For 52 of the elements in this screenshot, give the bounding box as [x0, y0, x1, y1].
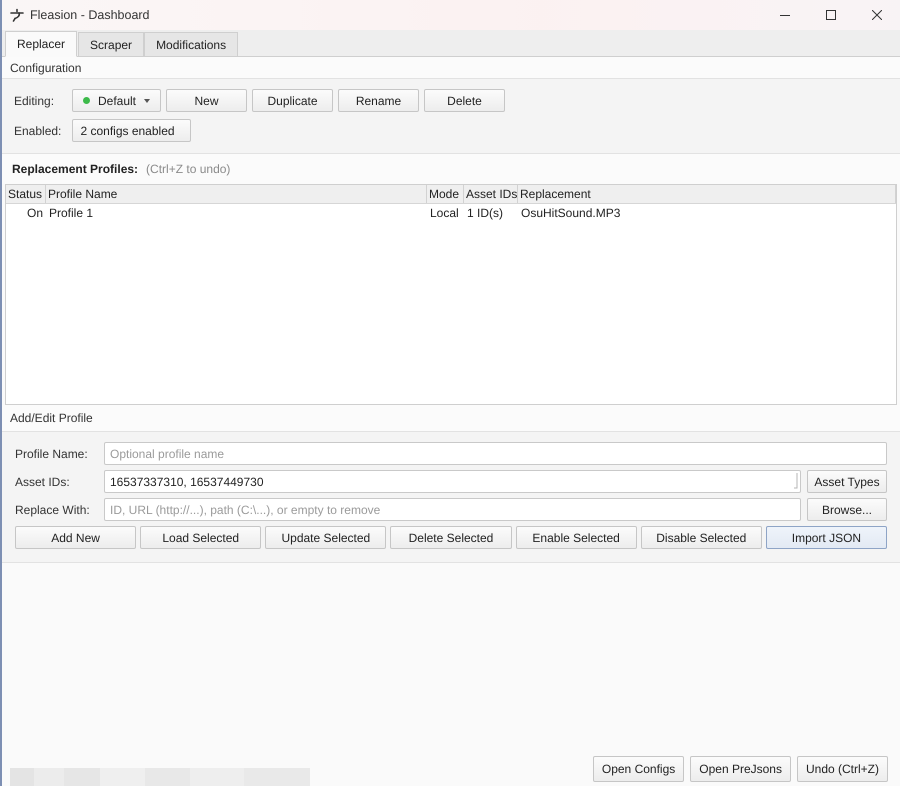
action-button[interactable]: Add New	[15, 526, 136, 549]
app-logo-icon	[10, 8, 24, 22]
table-cell-text: 1 ID(s)	[466, 205, 504, 222]
dropdown-value: 2 configs enabled	[80, 124, 175, 138]
footer-button[interactable]: Open PreJsons	[690, 756, 791, 782]
config-dropdown[interactable]: Default	[72, 89, 161, 112]
column-header[interactable]: Replacement	[518, 185, 896, 203]
footer-button[interactable]: Open Configs	[592, 756, 684, 782]
resize-grip-icon	[794, 473, 798, 489]
enabled-dropdown[interactable]: 2 configs enabled	[72, 119, 191, 142]
section-title: Add/Edit Profile	[10, 411, 93, 425]
action-button[interactable]: Update Selected	[265, 526, 386, 549]
tab[interactable]: Replacer	[5, 31, 78, 57]
text-field[interactable]: Optional profile name	[104, 442, 887, 465]
column-header[interactable]: Asset IDs	[464, 185, 518, 203]
action-button[interactable]: Disable Selected	[640, 526, 762, 549]
field-button[interactable]: Asset Types	[807, 470, 887, 493]
tab[interactable]: Scraper	[78, 32, 144, 56]
section-title: Replacement Profiles:	[12, 162, 138, 176]
close-icon	[872, 10, 882, 20]
table-cell-text: Local	[429, 205, 460, 222]
field-label: Profile Name:	[15, 446, 89, 460]
column-header[interactable]: Status	[6, 185, 46, 203]
text-field[interactable]: ID, URL (http://...), path (C:\...), or empty to remove	[104, 498, 801, 521]
window-title: Fleasion - Dashboard	[30, 8, 151, 22]
config-button[interactable]: Duplicate	[252, 89, 333, 112]
config-button[interactable]: New	[166, 89, 247, 112]
undo-hint: (Ctrl+Z to undo)	[146, 162, 230, 176]
dropdown-value: Default	[98, 94, 136, 108]
field-label: Editing:	[14, 94, 56, 108]
field-label: Replace With:	[15, 502, 91, 516]
field-label: Enabled:	[14, 124, 62, 138]
action-button[interactable]: Delete Selected	[390, 526, 512, 549]
section-title: Configuration	[10, 60, 82, 74]
field-label: Asset IDs:	[15, 474, 71, 488]
column-header[interactable]: Profile Name	[46, 185, 427, 203]
text-field[interactable]: 16537337310, 16537449730	[104, 470, 801, 493]
tab[interactable]: Modifications	[144, 32, 238, 56]
caret-icon	[144, 98, 150, 102]
table-cell-text: Profile 1	[48, 205, 94, 222]
action-button[interactable]: Enable Selected	[516, 526, 637, 549]
config-button[interactable]: Rename	[338, 89, 419, 112]
action-button[interactable]: Import JSON	[766, 526, 887, 549]
column-header[interactable]: Mode	[427, 185, 464, 203]
action-button[interactable]: Load Selected	[140, 526, 262, 549]
maximize-icon	[826, 10, 836, 20]
table-cell-text: OsuHitSound.MP3	[520, 205, 622, 222]
field-button[interactable]: Browse...	[807, 498, 887, 521]
table-cell-text: On	[26, 205, 44, 222]
minimize-icon	[780, 14, 790, 16]
config-button[interactable]: Delete	[424, 89, 505, 112]
footer-button[interactable]: Undo (Ctrl+Z)	[796, 756, 888, 782]
